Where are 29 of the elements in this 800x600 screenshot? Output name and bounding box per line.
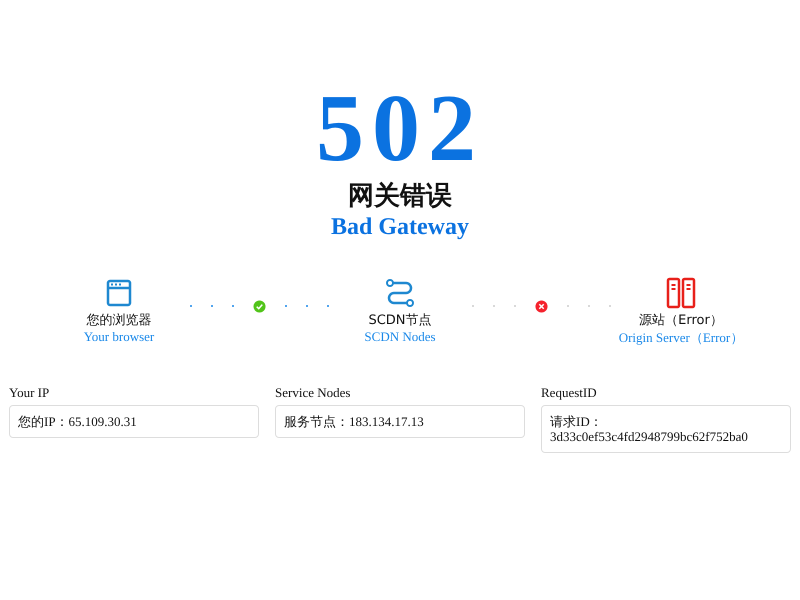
node-sublabel: Your browser bbox=[84, 329, 154, 345]
node-sublabel: Origin Server（Error） bbox=[618, 329, 744, 347]
connector-dot bbox=[588, 305, 590, 307]
server-icon bbox=[665, 277, 697, 309]
connector-dot bbox=[210, 305, 212, 307]
connector-dot bbox=[514, 305, 516, 307]
connector-dot bbox=[492, 305, 494, 307]
connector-dot bbox=[608, 305, 610, 307]
info-box: 您的IP：65.109.30.31 bbox=[9, 405, 259, 438]
connector-dot bbox=[190, 305, 192, 307]
node-label: SCDN节点 bbox=[368, 312, 432, 329]
info-label: Your IP bbox=[9, 385, 50, 401]
info-box: 服务节点：183.134.17.13 bbox=[275, 405, 525, 438]
info-label: Service Nodes bbox=[275, 385, 352, 401]
connector-dot bbox=[566, 305, 568, 307]
info-box: 请求ID： 3d33c0ef53c4fd2948799bc62f752ba0 bbox=[541, 405, 791, 453]
info-label: RequestID bbox=[541, 385, 598, 401]
route-icon bbox=[384, 277, 416, 309]
error-subtitle: Bad Gateway bbox=[331, 214, 469, 241]
connector-dot bbox=[326, 305, 328, 307]
connector-dot bbox=[284, 305, 286, 307]
node-sublabel: SCDN Nodes bbox=[364, 329, 436, 345]
connector-dot bbox=[472, 305, 474, 307]
connector-dot bbox=[306, 305, 308, 307]
error-code: 502 bbox=[316, 78, 484, 178]
node-label: 您的浏览器 bbox=[86, 312, 152, 329]
error-title: 网关错误 bbox=[348, 180, 452, 212]
connector-dot bbox=[232, 305, 234, 307]
node-label: 源站（Error） bbox=[639, 312, 723, 329]
